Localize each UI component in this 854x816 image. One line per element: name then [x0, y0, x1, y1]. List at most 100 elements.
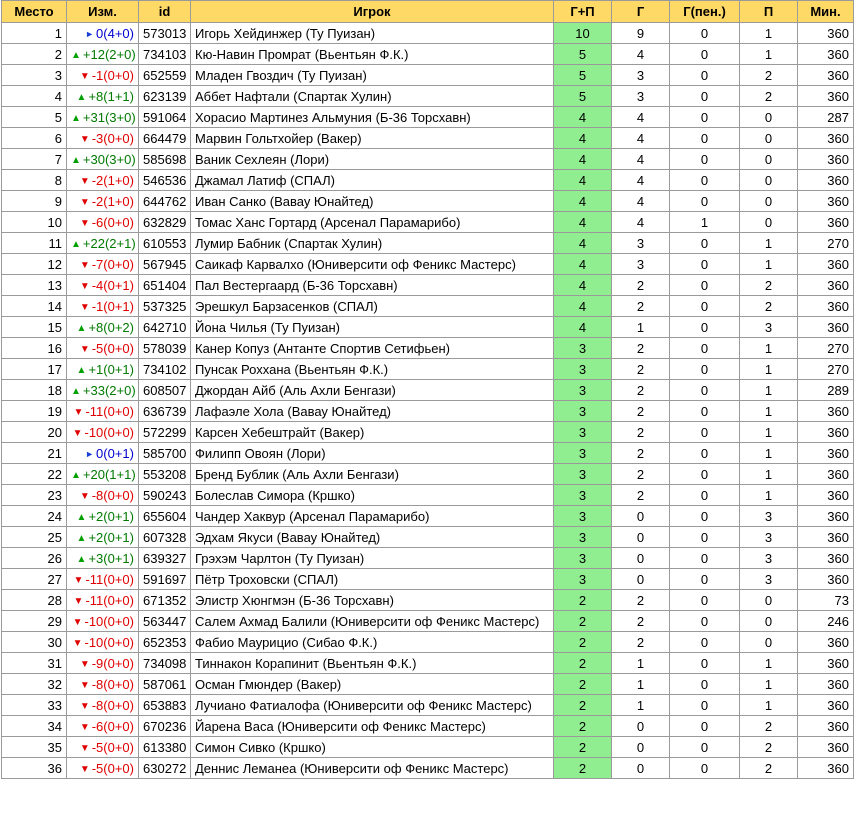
table-row[interactable]: 15 ▲ +8(0+2) 642710 Йона Чилья (Ту Пуизан) 4 1… — [1, 316, 854, 338]
player-cell[interactable]: Эрешкул Барзасенков (СПАЛ) — [190, 295, 554, 317]
player-cell[interactable]: Томас Ханс Гортард (Арсенал Парамарибо) — [190, 211, 554, 233]
goals-cell: 2 — [611, 379, 670, 401]
player-cell[interactable]: Тиннакон Корапинит (Вьентьян Ф.К.) — [190, 652, 554, 674]
player-cell[interactable]: Чандер Хаквур (Арсенал Парамарибо) — [190, 505, 554, 527]
col-header-minutes[interactable]: Мин. — [797, 0, 854, 23]
penalty-goals-cell: 0 — [669, 652, 740, 674]
place-cell: 36 — [1, 757, 67, 779]
player-cell[interactable]: Игорь Хейдинжер (Ту Пуизан) — [190, 22, 554, 44]
player-cell[interactable]: Джамал Латиф (СПАЛ) — [190, 169, 554, 191]
player-cell[interactable]: Грэхэм Чарлтон (Ту Пуизан) — [190, 547, 554, 569]
table-row[interactable]: 28 ▼ -11(0+0) 671352 Элистр Хюнгмэн (Б-36 То… — [1, 589, 854, 611]
table-row[interactable]: 35 ▼ -5(0+0) 613380 Симон Сивко (Кршко) 2 0 0 2 3… — [1, 736, 854, 758]
player-cell[interactable]: Йарена Васа (Юниверсити оф Феникс Мастер… — [190, 715, 554, 737]
table-row[interactable]: 6 ▼ -3(0+0) 664479 Марвин Гольтхойер (Вакер)… — [1, 127, 854, 149]
penalty-goals-cell: 0 — [669, 190, 740, 212]
player-cell[interactable]: Хорасио Мартинез Альмуния (Б-36 Торсхавн… — [190, 106, 554, 128]
change-cell: ▲ +8(1+1) — [66, 85, 139, 107]
goals-cell: 2 — [611, 358, 670, 380]
table-row[interactable]: 33 ▼ -8(0+0) 653883 Лучиано Фатиалофа (Юниве… — [1, 694, 854, 716]
player-cell[interactable]: Пунсак Роххана (Вьентьян Ф.К.) — [190, 358, 554, 380]
table-row[interactable]: 13 ▼ -4(0+1) 651404 Пал Вестергаард (Б-36 То… — [1, 274, 854, 296]
place-cell: 24 — [1, 505, 67, 527]
player-cell[interactable]: Болеслав Симора (Кршко) — [190, 484, 554, 506]
player-cell[interactable]: Карсен Хебештрайт (Вакер) — [190, 421, 554, 443]
table-row[interactable]: 21 ► 0(0+1) 585700 Филипп Овоян (Лори) 3 2 0 1 36… — [1, 442, 854, 464]
table-row[interactable]: 31 ▼ -9(0+0) 734098 Тиннакон Корапинит (Вьен… — [1, 652, 854, 674]
assists-cell: 3 — [739, 316, 798, 338]
player-cell[interactable]: Элистр Хюнгмэн (Б-36 Торсхавн) — [190, 589, 554, 611]
change-value: -6(0+0) — [91, 718, 134, 734]
change-value: +8(0+2) — [88, 319, 134, 335]
table-row[interactable]: 32 ▼ -8(0+0) 587061 Осман Гмюндер (Вакер) 2 1 0… — [1, 673, 854, 695]
change-cell: ▼ -6(0+0) — [66, 715, 139, 737]
table-row[interactable]: 30 ▼ -10(0+0) 652353 Фабио Маурицио (Сибао Ф… — [1, 631, 854, 653]
table-row[interactable]: 10 ▼ -6(0+0) 632829 Томас Ханс Гортард (Арсе… — [1, 211, 854, 233]
table-row[interactable]: 8 ▼ -2(1+0) 546536 Джамал Латиф (СПАЛ) 4 4 0 0 36… — [1, 169, 854, 191]
table-row[interactable]: 27 ▼ -11(0+0) 591697 Пётр Троховски (СПАЛ) 3 0… — [1, 568, 854, 590]
table-row[interactable]: 9 ▼ -2(1+0) 644762 Иван Санко (Вавау Юнайтед… — [1, 190, 854, 212]
player-cell[interactable]: Лафаэле Хола (Вавау Юнайтед) — [190, 400, 554, 422]
player-cell[interactable]: Фабио Маурицио (Сибао Ф.К.) — [190, 631, 554, 653]
table-row[interactable]: 29 ▼ -10(0+0) 563447 Салем Ахмад Балили (Юни… — [1, 610, 854, 632]
place-cell: 1 — [1, 22, 67, 44]
table-row[interactable]: 17 ▲ +1(0+1) 734102 Пунсак Роххана (Вьентьян… — [1, 358, 854, 380]
col-header-place[interactable]: Место — [1, 0, 67, 23]
col-header-penalty-goals[interactable]: Г(пен.) — [669, 0, 740, 23]
player-cell[interactable]: Лучиано Фатиалофа (Юниверсити оф Феникс … — [190, 694, 554, 716]
player-cell[interactable]: Бренд Бублик (Аль Ахли Бенгази) — [190, 463, 554, 485]
player-cell[interactable]: Эдхам Якуси (Вавау Юнайтед) — [190, 526, 554, 548]
player-cell[interactable]: Марвин Гольтхойер (Вакер) — [190, 127, 554, 149]
player-cell[interactable]: Канер Копуз (Антанте Спортив Сетифьен) — [190, 337, 554, 359]
table-row[interactable]: 16 ▼ -5(0+0) 578039 Канер Копуз (Антанте Спо… — [1, 337, 854, 359]
player-cell[interactable]: Пал Вестергаард (Б-36 Торсхавн) — [190, 274, 554, 296]
col-header-id[interactable]: id — [138, 0, 191, 23]
table-row[interactable]: 2 ▲ +12(2+0) 734103 Кю-Навин Промрат (Вьенть… — [1, 43, 854, 65]
id-cell: 591064 — [138, 106, 191, 128]
minutes-cell: 360 — [797, 442, 854, 464]
table-row[interactable]: 14 ▼ -1(0+1) 537325 Эрешкул Барзасенков (СПА… — [1, 295, 854, 317]
table-row[interactable]: 26 ▲ +3(0+1) 639327 Грэхэм Чарлтон (Ту Пуиза… — [1, 547, 854, 569]
table-row[interactable]: 4 ▲ +8(1+1) 623139 Аббет Нафтали (Спартак Ху… — [1, 85, 854, 107]
col-header-assists[interactable]: П — [739, 0, 798, 23]
table-row[interactable]: 36 ▼ -5(0+0) 630272 Деннис Леманеа (Юниверси… — [1, 757, 854, 779]
table-row[interactable]: 25 ▲ +2(0+1) 607328 Эдхам Якуси (Вавау Юнайт… — [1, 526, 854, 548]
col-header-player[interactable]: Игрок — [190, 0, 554, 23]
table-row[interactable]: 12 ▼ -7(0+0) 567945 Саикаф Карвалхо (Юниверс… — [1, 253, 854, 275]
col-header-goals-assists[interactable]: Г+П — [553, 0, 612, 23]
col-header-change[interactable]: Изм. — [66, 0, 139, 23]
table-row[interactable]: 23 ▼ -8(0+0) 590243 Болеслав Симора (Кршко) 3… — [1, 484, 854, 506]
table-row[interactable]: 20 ▼ -10(0+0) 572299 Карсен Хебештрайт (Ваке… — [1, 421, 854, 443]
minutes-cell: 360 — [797, 715, 854, 737]
arrow-up-icon: ▲ — [76, 322, 87, 334]
player-cell[interactable]: Осман Гмюндер (Вакер) — [190, 673, 554, 695]
player-cell[interactable]: Иван Санко (Вавау Юнайтед) — [190, 190, 554, 212]
player-cell[interactable]: Джордан Айб (Аль Ахли Бенгази) — [190, 379, 554, 401]
id-cell: 613380 — [138, 736, 191, 758]
table-row[interactable]: 5 ▲ +31(3+0) 591064 Хорасио Мартинез Альмуни… — [1, 106, 854, 128]
table-row[interactable]: 24 ▲ +2(0+1) 655604 Чандер Хаквур (Арсенал П… — [1, 505, 854, 527]
table-row[interactable]: 22 ▲ +20(1+1) 553208 Бренд Бублик (Аль Ахли … — [1, 463, 854, 485]
player-cell[interactable]: Салем Ахмад Балили (Юниверсити оф Феникс… — [190, 610, 554, 632]
player-cell[interactable]: Саикаф Карвалхо (Юниверсити оф Феникс Ма… — [190, 253, 554, 275]
player-cell[interactable]: Йона Чилья (Ту Пуизан) — [190, 316, 554, 338]
table-row[interactable]: 3 ▼ -1(0+0) 652559 Младен Гвоздич (Ту Пуизан… — [1, 64, 854, 86]
player-cell[interactable]: Младен Гвоздич (Ту Пуизан) — [190, 64, 554, 86]
player-cell[interactable]: Лумир Бабник (Спартак Хулин) — [190, 232, 554, 254]
col-header-goals[interactable]: Г — [611, 0, 670, 23]
penalty-goals-cell: 0 — [669, 463, 740, 485]
table-row[interactable]: 7 ▲ +30(3+0) 585698 Ваник Сехлеян (Лори) 4 4 0 0… — [1, 148, 854, 170]
player-cell[interactable]: Аббет Нафтали (Спартак Хулин) — [190, 85, 554, 107]
player-cell[interactable]: Деннис Леманеа (Юниверсити оф Феникс Мас… — [190, 757, 554, 779]
table-row[interactable]: 1 ► 0(4+0) 573013 Игорь Хейдинжер (Ту Пуизан… — [1, 22, 854, 44]
player-cell[interactable]: Пётр Троховски (СПАЛ) — [190, 568, 554, 590]
player-cell[interactable]: Кю-Навин Промрат (Вьентьян Ф.К.) — [190, 43, 554, 65]
player-cell[interactable]: Филипп Овоян (Лори) — [190, 442, 554, 464]
player-cell[interactable]: Симон Сивко (Кршко) — [190, 736, 554, 758]
goals-assists-cell: 2 — [553, 652, 612, 674]
table-row[interactable]: 34 ▼ -6(0+0) 670236 Йарена Васа (Юниверсити … — [1, 715, 854, 737]
table-row[interactable]: 11 ▲ +22(2+1) 610553 Лумир Бабник (Спартак Х… — [1, 232, 854, 254]
table-row[interactable]: 19 ▼ -11(0+0) 636739 Лафаэле Хола (Вавау Юна… — [1, 400, 854, 422]
table-row[interactable]: 18 ▲ +33(2+0) 608507 Джордан Айб (Аль Ахли Б… — [1, 379, 854, 401]
player-cell[interactable]: Ваник Сехлеян (Лори) — [190, 148, 554, 170]
